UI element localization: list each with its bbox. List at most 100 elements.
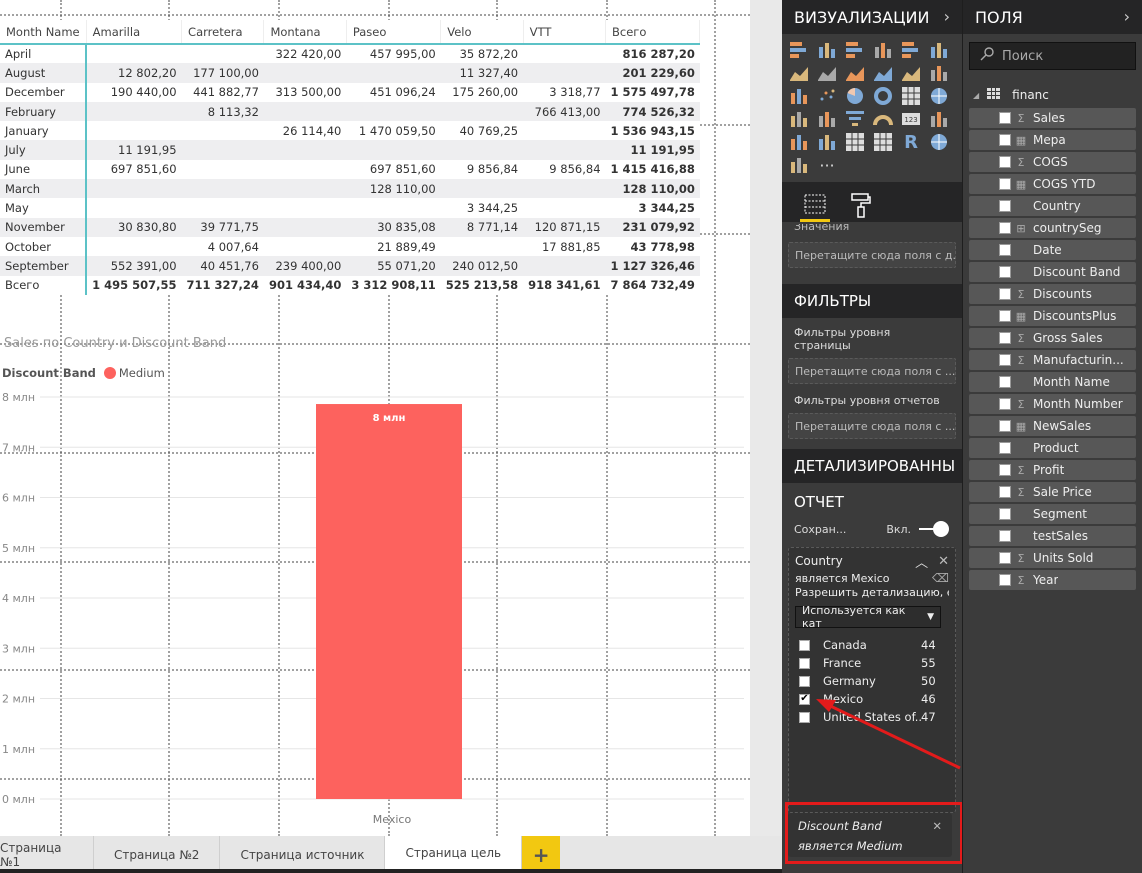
- field-item[interactable]: ▦ NewSales: [969, 416, 1136, 436]
- field-checkbox[interactable]: [999, 464, 1011, 476]
- stacked-column-icon[interactable]: [816, 40, 838, 60]
- field-checkbox[interactable]: [999, 508, 1011, 520]
- close-icon[interactable]: ✕: [932, 819, 942, 833]
- field-checkbox[interactable]: [999, 288, 1011, 300]
- values-dropzone[interactable]: Перетащите сюда поля с д...: [788, 242, 956, 268]
- gauge-icon[interactable]: [872, 109, 894, 129]
- matrix-row[interactable]: September 552 391,00 40 451,76 239 400,00 55…: [0, 256, 700, 276]
- matrix-row[interactable]: July 11 191,95 11 191,95: [0, 140, 700, 160]
- add-page-button[interactable]: +: [522, 836, 561, 873]
- field-item[interactable]: Σ Year: [969, 570, 1136, 590]
- field-checkbox[interactable]: [999, 574, 1011, 586]
- arcgis-icon[interactable]: [928, 132, 950, 152]
- scatter-icon[interactable]: [816, 86, 838, 106]
- report-filters-dropzone[interactable]: Перетащите сюда поля с ...: [788, 413, 956, 439]
- column-header[interactable]: Amarilla: [86, 20, 183, 45]
- field-item[interactable]: Σ Month Number: [969, 394, 1136, 414]
- field-checkbox[interactable]: [999, 552, 1011, 564]
- page-filters-dropzone[interactable]: Перетащите сюда поля с ...: [788, 358, 956, 384]
- field-checkbox[interactable]: [999, 134, 1011, 146]
- checkbox[interactable]: [799, 711, 810, 723]
- card-icon[interactable]: 123: [900, 109, 922, 129]
- matrix-row[interactable]: October 4 007,64 21 889,49 17 881,85 43 778,…: [0, 236, 700, 257]
- country-option[interactable]: France 55: [795, 654, 949, 672]
- field-item[interactable]: Date: [969, 240, 1136, 260]
- matrix-visual[interactable]: Month Name Amarilla Carretera Montana Paseo V…: [0, 20, 701, 295]
- eraser-icon[interactable]: ⌫: [932, 571, 949, 585]
- field-item[interactable]: ▦ COGS YTD: [969, 174, 1136, 194]
- keep-filters-toggle[interactable]: [919, 521, 950, 537]
- field-item[interactable]: ⊞ countrySeg: [969, 218, 1136, 238]
- pie-chart-icon[interactable]: [844, 86, 866, 106]
- field-item[interactable]: Month Name: [969, 372, 1136, 392]
- column-header[interactable]: Paseo: [346, 20, 442, 45]
- chevron-right-icon[interactable]: ›: [944, 7, 950, 26]
- slicer-icon[interactable]: [816, 132, 838, 152]
- country-option[interactable]: ✔ Mexico 46: [795, 690, 949, 708]
- field-checkbox[interactable]: [999, 376, 1011, 388]
- drillthrough-filter-card-country[interactable]: Country ︿ ✕ является Mexico ⌫ Разрешить …: [788, 547, 956, 813]
- field-item[interactable]: Country: [969, 196, 1136, 216]
- checkbox[interactable]: [799, 657, 810, 669]
- column-header[interactable]: VTT: [523, 20, 607, 45]
- report-page[interactable]: Month Name Amarilla Carretera Montana Paseo V…: [0, 0, 750, 836]
- multi-row-card-icon[interactable]: [928, 109, 950, 129]
- filters-header[interactable]: ФИЛЬТРЫ: [782, 284, 962, 318]
- field-item[interactable]: Discount Band: [969, 262, 1136, 282]
- stacked-bar-icon[interactable]: [788, 40, 810, 60]
- 100-stacked-bar-icon[interactable]: [900, 40, 922, 60]
- stacked-area-icon[interactable]: [844, 63, 866, 83]
- custom-visual-icon[interactable]: [788, 155, 810, 175]
- treemap-icon[interactable]: [900, 86, 922, 106]
- line-stacked-column-icon[interactable]: [900, 63, 922, 83]
- table-node-financ[interactable]: ◢ financ: [963, 84, 1142, 106]
- drillthrough-filter-card-discount-band[interactable]: Discount Band ✕ является Medium: [788, 813, 952, 857]
- checkbox[interactable]: [799, 639, 810, 651]
- matrix-row[interactable]: April 322 420,00 457 995,00 35 872,20 816 28…: [0, 44, 700, 64]
- field-item[interactable]: Σ COGS: [969, 152, 1136, 172]
- field-checkbox[interactable]: [999, 178, 1011, 190]
- field-checkbox[interactable]: [999, 354, 1011, 366]
- field-checkbox[interactable]: [999, 244, 1011, 256]
- filter-type-dropdown[interactable]: Используется как кат ▼: [795, 604, 941, 630]
- country-option[interactable]: Canada 44: [795, 636, 949, 654]
- donut-chart-icon[interactable]: [872, 86, 894, 106]
- field-checkbox[interactable]: [999, 112, 1011, 124]
- field-item[interactable]: Σ Manufacturin...: [969, 350, 1136, 370]
- funnel-icon[interactable]: [844, 109, 866, 129]
- matrix-row[interactable]: August 12 802,20 177 100,00 11 327,40 201 22…: [0, 63, 700, 83]
- r-script-icon[interactable]: R: [900, 132, 922, 153]
- column-header[interactable]: Velo: [440, 20, 524, 45]
- field-checkbox[interactable]: [999, 222, 1011, 234]
- line-chart-icon[interactable]: [788, 63, 810, 83]
- field-item[interactable]: Segment: [969, 504, 1136, 524]
- table-icon[interactable]: [844, 132, 866, 152]
- fields-tab[interactable]: [800, 188, 830, 222]
- collapse-icon[interactable]: ︿: [915, 552, 928, 571]
- 100-stacked-column-icon[interactable]: [928, 40, 950, 60]
- column-header[interactable]: Всего: [605, 20, 701, 45]
- filled-map-icon[interactable]: [788, 109, 810, 129]
- field-item[interactable]: ▦ DiscountsPlus: [969, 306, 1136, 326]
- country-option[interactable]: United States of... 47: [795, 708, 949, 726]
- matrix-row[interactable]: December 190 440,00 441 882,77 313 500,00 45…: [0, 82, 700, 102]
- map-icon[interactable]: [928, 86, 950, 106]
- checkbox-checked[interactable]: ✔: [799, 693, 810, 705]
- column-header[interactable]: Montana: [263, 20, 347, 45]
- column-header[interactable]: Carretera: [181, 20, 265, 45]
- page-tab[interactable]: Страница №1: [0, 836, 94, 873]
- field-item[interactable]: Product: [969, 438, 1136, 458]
- field-checkbox[interactable]: [999, 310, 1011, 322]
- field-item[interactable]: Σ Gross Sales: [969, 328, 1136, 348]
- close-icon[interactable]: ✕: [938, 554, 949, 569]
- matrix-row[interactable]: June 697 851,60 697 851,60 9 856,84 9 856,84…: [0, 159, 700, 180]
- field-checkbox[interactable]: [999, 420, 1011, 432]
- checkbox[interactable]: [799, 675, 810, 687]
- field-checkbox[interactable]: [999, 442, 1011, 454]
- field-checkbox[interactable]: [999, 398, 1011, 410]
- more-icon[interactable]: ···: [816, 155, 838, 175]
- column-chart[interactable]: 0 млн 1 млн 2 млн 3 млн 4 млн 5 млн 6 млн 7 млн…: [0, 388, 750, 836]
- country-option[interactable]: Germany 50: [795, 672, 949, 690]
- matrix-row[interactable]: January 26 114,40 1 470 059,50 40 769,25 1 5…: [0, 121, 700, 141]
- bar-mexico[interactable]: [316, 404, 462, 799]
